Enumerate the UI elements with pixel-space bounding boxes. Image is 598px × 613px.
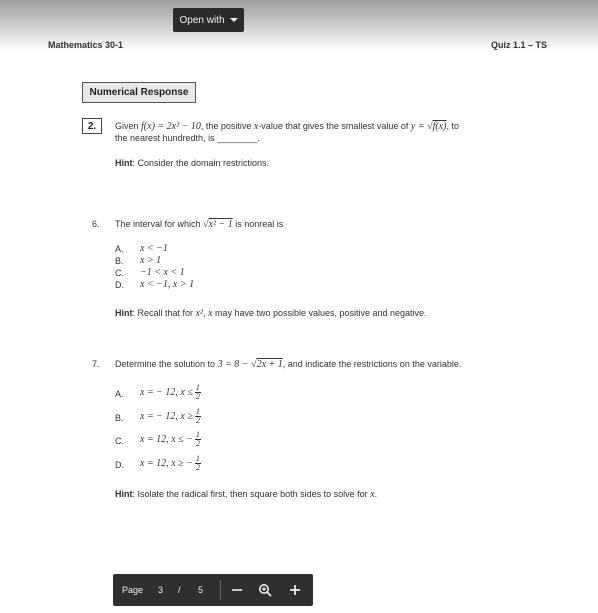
- q6-option-d-letter: D.: [115, 280, 124, 290]
- q7-option-b: x = − 12, x ≥1 2: [140, 407, 201, 425]
- q7-option-a-letter: A.: [115, 389, 124, 399]
- q7-option-c: x = 12, x ≤ −1 2: [140, 430, 201, 448]
- question-7-hint: Hint: Isolate the radical first, then sq…: [115, 489, 378, 500]
- question-2-line1: Given f(x) = 2x² − 10, the positive x-va…: [115, 121, 459, 132]
- question-number-6: 6.: [92, 219, 100, 229]
- q6-option-a: x < −1: [140, 243, 168, 254]
- plus-icon: [290, 585, 300, 595]
- question-6-hint: Hint: Recall that for x², x may have two…: [115, 308, 427, 319]
- question-2-line2: the nearest hundredth, is ________.: [115, 133, 260, 143]
- question-2-hint: Hint: Consider the domain restrictions.: [115, 158, 270, 168]
- q6-option-b-letter: B.: [115, 256, 124, 266]
- open-with-label: Open with: [179, 14, 225, 26]
- q7-option-c-letter: C.: [115, 436, 124, 446]
- question-7-stem: Determine the solution to 3 = 8 − √2x + …: [115, 359, 462, 370]
- q6-option-c-letter: C.: [115, 268, 124, 278]
- q7-option-d-letter: D.: [115, 460, 124, 470]
- q7-option-d: x = 12, x ≥ −1 2: [140, 454, 201, 472]
- caret-down-icon: [229, 18, 238, 22]
- total-pages: 5: [198, 585, 204, 595]
- section-title: Numerical Response: [82, 82, 196, 103]
- q7-option-b-letter: B.: [115, 413, 124, 423]
- page-toolbar: Page 3 / 5: [113, 574, 313, 606]
- question-6-stem: The interval for which √x² − 1 is nonrea…: [115, 219, 284, 230]
- zoom-in-button[interactable]: [286, 580, 304, 600]
- q7-option-a: x = − 12, x ≤1 2: [140, 383, 201, 401]
- minus-icon: [232, 589, 242, 591]
- open-with-button[interactable]: Open with: [173, 8, 244, 32]
- question-number-7: 7.: [92, 359, 100, 369]
- page-separator: /: [178, 585, 181, 595]
- quiz-header: Quiz 1.1 – TS: [491, 40, 548, 50]
- toolbar-divider: [220, 580, 221, 600]
- q6-option-d: x < −1, x > 1: [140, 279, 195, 290]
- zoom-button[interactable]: [256, 580, 274, 600]
- question-number-2: 2.: [82, 118, 102, 134]
- q6-option-a-letter: A.: [115, 244, 124, 254]
- q6-option-b: x > 1: [140, 255, 162, 266]
- page-label: Page: [122, 585, 144, 595]
- current-page-input[interactable]: 3: [158, 585, 163, 595]
- course-header: Mathematics 30-1: [48, 40, 124, 50]
- zoom-out-button[interactable]: [229, 580, 245, 600]
- q6-option-c: −1 < x < 1: [140, 267, 185, 278]
- magnifier-zoom-icon: [259, 584, 272, 597]
